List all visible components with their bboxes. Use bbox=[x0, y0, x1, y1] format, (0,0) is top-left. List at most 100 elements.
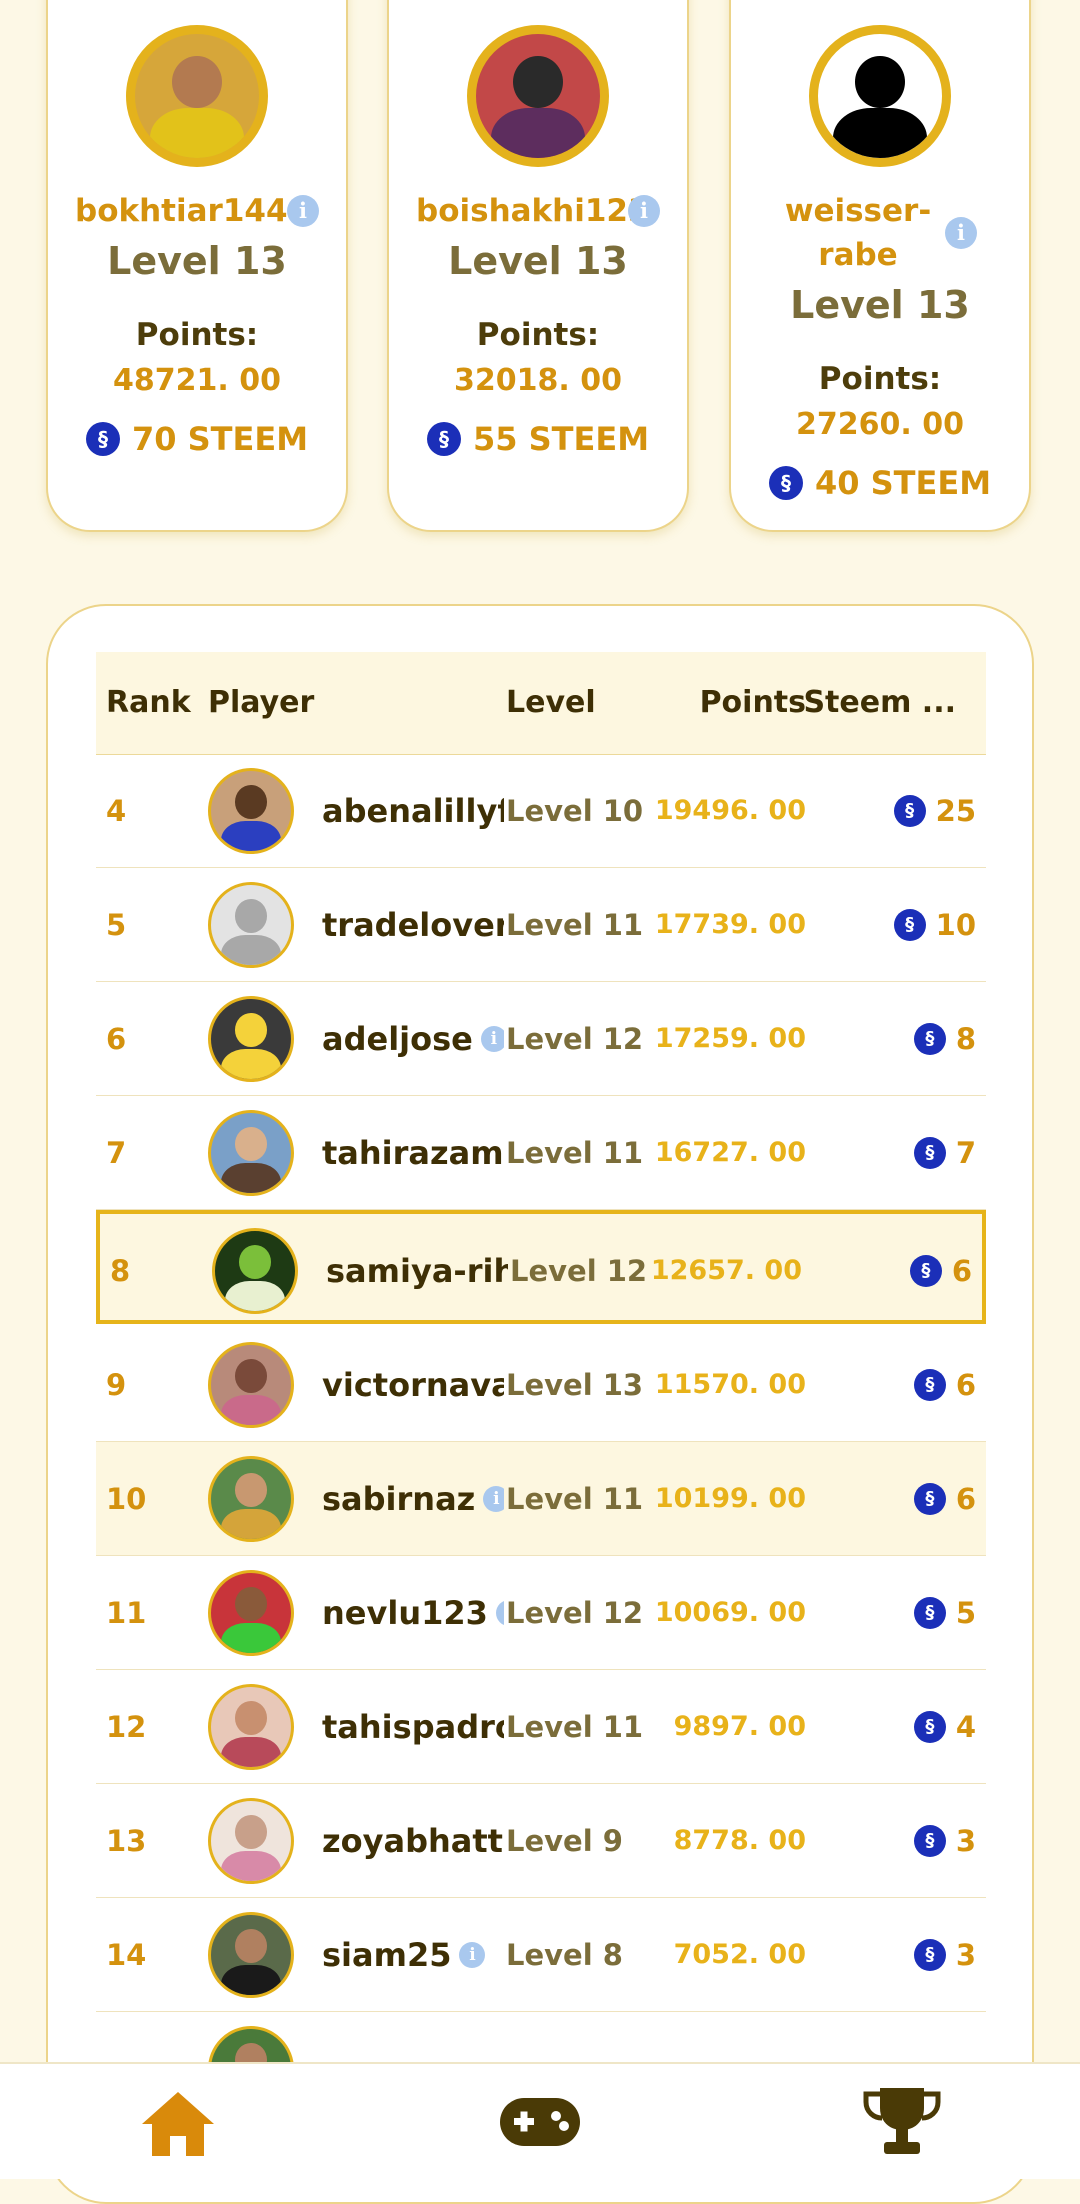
row-rank: 9 bbox=[106, 1368, 127, 1402]
podium-card-1[interactable]: bokhtiar1444 i Level 13 Points: 48721. 0… bbox=[46, 0, 348, 532]
row-steem: 4 bbox=[955, 1710, 976, 1744]
row-points: 16727. 00 bbox=[654, 1137, 806, 1168]
row-username[interactable]: abenalillyf bbox=[322, 754, 504, 868]
row-username[interactable]: zoyabhatti bbox=[322, 1784, 504, 1898]
row-username[interactable]: siam25 bbox=[322, 1898, 451, 2012]
row-username[interactable]: tahispadro bbox=[322, 1670, 504, 1784]
info-icon[interactable]: i bbox=[945, 217, 977, 249]
steem-icon: § bbox=[913, 1711, 946, 1743]
podium: bokhtiar1444 i Level 13 Points: 48721. 0… bbox=[0, 0, 1080, 560]
row-username[interactable]: samiya-rih bbox=[326, 1214, 508, 1328]
avatar bbox=[208, 1684, 294, 1770]
points-label: Points: bbox=[476, 317, 600, 353]
podium-username[interactable]: bokhtiar1444 bbox=[75, 189, 309, 233]
row-rank: 10 bbox=[106, 1482, 147, 1516]
row-username[interactable]: nevlu123 bbox=[322, 1556, 488, 1670]
avatar bbox=[467, 25, 609, 167]
row-steem: 3 bbox=[955, 1938, 976, 1972]
avatar bbox=[208, 882, 294, 968]
podium-card-2[interactable]: boishakhi123 i Level 13 Points: 32018. 0… bbox=[387, 0, 689, 532]
row-username[interactable]: tradelover bbox=[322, 868, 504, 982]
podium-points: 27260. 00 bbox=[796, 407, 964, 442]
avatar bbox=[208, 1456, 294, 1542]
info-icon[interactable]: i bbox=[480, 1026, 504, 1052]
steem-icon: § bbox=[913, 1825, 946, 1857]
podium-card-3[interactable]: weisser-rabe i Level 13 Points: 27260. 0… bbox=[729, 0, 1031, 532]
row-level: Level 11 bbox=[506, 1136, 644, 1170]
table-header: Rank Player Level Points Steem ... bbox=[96, 652, 986, 755]
info-icon[interactable]: i bbox=[459, 1942, 486, 1968]
avatar bbox=[126, 25, 268, 167]
steem-icon: § bbox=[893, 795, 926, 827]
row-rank: 4 bbox=[106, 794, 127, 828]
info-icon[interactable]: i bbox=[495, 1600, 504, 1626]
steem-icon: § bbox=[913, 1137, 946, 1169]
row-steem: 8 bbox=[955, 1022, 976, 1056]
row-rank: 6 bbox=[106, 1022, 127, 1056]
row-level: Level 11 bbox=[506, 1710, 644, 1744]
row-level: Level 10 bbox=[506, 794, 644, 828]
home-button[interactable] bbox=[138, 2088, 218, 2162]
row-points: 19496. 00 bbox=[654, 795, 806, 826]
row-points: 10069. 00 bbox=[654, 1597, 806, 1628]
table-row[interactable]: 7 tahirazam Level 11 16727. 00 § 7 bbox=[96, 1096, 986, 1210]
header-player[interactable]: Player bbox=[208, 652, 314, 754]
row-username[interactable]: tahirazam bbox=[322, 1096, 504, 1210]
steem-icon: § bbox=[913, 1369, 946, 1401]
header-level[interactable]: Level bbox=[506, 652, 596, 754]
steem-icon: § bbox=[909, 1255, 942, 1287]
avatar bbox=[208, 1570, 294, 1656]
row-level: Level 12 bbox=[506, 1022, 644, 1056]
avatar bbox=[208, 768, 294, 854]
row-steem: 6 bbox=[955, 1482, 976, 1516]
table-row[interactable]: 9 victornava Level 13 11570. 00 § 6 bbox=[96, 1328, 986, 1442]
table-row[interactable]: 14 siam25 i Level 8 7052. 00 § 3 bbox=[96, 1898, 986, 2012]
info-icon[interactable]: i bbox=[628, 195, 660, 227]
row-rank: 8 bbox=[110, 1254, 131, 1288]
games-button[interactable] bbox=[498, 2094, 582, 2154]
row-points: 10199. 00 bbox=[654, 1483, 806, 1514]
row-points: 17259. 00 bbox=[654, 1023, 806, 1054]
podium-username[interactable]: weisser-rabe bbox=[783, 189, 933, 277]
row-points: 7052. 00 bbox=[673, 1939, 806, 1970]
table-row[interactable]: 10 sabirnaz i Level 11 10199. 00 § 6 bbox=[96, 1442, 986, 1556]
table-row[interactable]: 4 abenalillyf Level 10 19496. 00 § 25 bbox=[96, 754, 986, 868]
podium-steem: 70 STEEM bbox=[131, 420, 309, 458]
row-level: Level 12 bbox=[506, 1596, 644, 1630]
row-steem: 5 bbox=[955, 1596, 976, 1630]
row-rank: 5 bbox=[106, 908, 127, 942]
podium-username[interactable]: boishakhi123 bbox=[416, 189, 650, 233]
info-icon[interactable]: i bbox=[287, 195, 319, 227]
steem-icon: § bbox=[426, 422, 461, 456]
table-row[interactable]: 12 tahispadro Level 11 9897. 00 § 4 bbox=[96, 1670, 986, 1784]
row-points: 11570. 00 bbox=[654, 1369, 806, 1400]
leaderboard-table: Rank Player Level Points Steem ... 4 abe… bbox=[46, 604, 1034, 2204]
podium-level: Level 13 bbox=[790, 283, 970, 327]
row-username[interactable]: adeljose bbox=[322, 982, 473, 1096]
points-label: Points: bbox=[818, 361, 942, 397]
bottom-nav bbox=[0, 2062, 1080, 2179]
steem-icon: § bbox=[893, 909, 926, 941]
row-username[interactable]: victornava bbox=[322, 1328, 504, 1442]
header-rank[interactable]: Rank bbox=[106, 652, 191, 754]
row-level: Level 13 bbox=[506, 1368, 644, 1402]
row-steem: 10 bbox=[935, 908, 976, 942]
row-level: Level 11 bbox=[506, 1482, 644, 1516]
row-username[interactable]: sabirnaz bbox=[322, 1442, 475, 1556]
podium-points: 32018. 00 bbox=[454, 363, 622, 398]
table-row[interactable]: 13 zoyabhatti Level 9 8778. 00 § 3 bbox=[96, 1784, 986, 1898]
trophy-icon bbox=[863, 2088, 941, 2154]
row-rank: 13 bbox=[106, 1824, 147, 1858]
header-points[interactable]: Points bbox=[700, 652, 806, 754]
leaderboard-button[interactable] bbox=[862, 2084, 942, 2162]
info-icon[interactable]: i bbox=[483, 1486, 504, 1512]
table-row[interactable]: 6 adeljose i Level 12 17259. 00 § 8 bbox=[96, 982, 986, 1096]
table-row[interactable]: 11 nevlu123 i Level 12 10069. 00 § 5 bbox=[96, 1556, 986, 1670]
avatar bbox=[809, 25, 951, 167]
table-row[interactable]: 5 tradelover Level 11 17739. 00 § 10 bbox=[96, 868, 986, 982]
table-row-current-user[interactable]: 8 samiya-rih Level 12 12657. 00 § 6 bbox=[96, 1210, 986, 1324]
header-steem[interactable]: Steem ... bbox=[803, 652, 956, 754]
podium-level: Level 13 bbox=[448, 239, 628, 283]
home-icon bbox=[142, 2092, 214, 2156]
avatar bbox=[208, 1912, 294, 1998]
